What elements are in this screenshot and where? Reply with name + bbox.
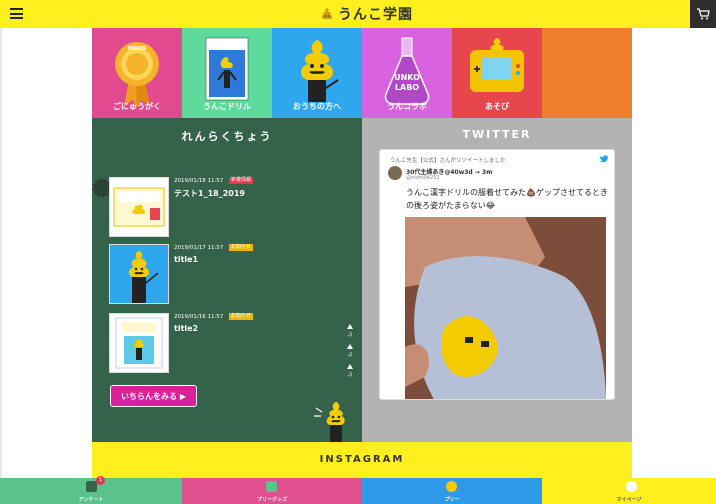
twitter-title: TWITTER <box>462 128 532 141</box>
nav-tile-label: うんこドリル <box>203 102 251 111</box>
scroll-label: ぷ <box>347 353 353 358</box>
twitter-section: TWITTER うんこ先生【公式】さんがリツイートしました 30代主婦あき@40… <box>362 118 632 442</box>
mypage-icon <box>626 481 637 492</box>
survey-icon <box>86 481 97 492</box>
nav-tile-label: おうちの方へ <box>293 102 341 111</box>
coin-icon <box>446 481 457 492</box>
nav-tile-orange <box>542 28 632 118</box>
news-badge: 新着情報 <box>229 177 254 184</box>
nav-tile-ouchi-no-kata[interactable]: おうちの方へ <box>272 28 362 118</box>
site-logo[interactable]: うんこ学園 <box>320 5 413 23</box>
bottom-nav-goods[interactable]: プリーグッズ <box>182 478 362 504</box>
list-item[interactable]: 2019/01/18 11:57 新着情報 テスト1_18_2019 <box>109 177 329 237</box>
bottom-nav-label: マイページ <box>616 497 642 503</box>
news-thumbnail <box>109 177 169 237</box>
nav-tile-label: うんコラボ <box>387 102 427 111</box>
tweet-card[interactable]: うんこ先生【公式】さんがリツイートしました 30代主婦あき@40w3d → 3m… <box>379 149 615 400</box>
nav-tile-asobi[interactable]: あそび <box>452 28 542 118</box>
twitter-bird-icon[interactable] <box>600 155 608 162</box>
tweet-user-handle: @mom06252 <box>406 175 440 181</box>
news-badge: お知らせ <box>229 244 253 251</box>
bottom-nav-label: プリーグッズ <box>256 497 287 503</box>
header: うんこ学園 <box>0 0 716 28</box>
right-margin <box>632 28 716 478</box>
news-thumbnail <box>109 244 169 304</box>
left-gutter <box>0 28 2 478</box>
list-item[interactable]: 2019/01/16 11:57 お知らせ title2 <box>109 313 329 373</box>
news-badge: お知らせ <box>229 313 253 320</box>
logo-text: うんこ学園 <box>338 7 413 23</box>
news-title: title2 <box>174 324 199 333</box>
news-thumbnail <box>109 313 169 373</box>
unko-sensei-mascot-icon <box>314 402 345 442</box>
scroll-label: ぷ <box>347 373 353 378</box>
unko-logo-icon <box>321 8 333 19</box>
nav-tile-gonyuugaku[interactable]: ごにゅうがく <box>92 28 182 118</box>
side-scroll-indicator[interactable]: ぷ ぷ ぷ <box>346 324 354 384</box>
bottom-nav: 1 アンケート プリーグッズ プリー マイページ <box>0 476 716 504</box>
list-item[interactable]: 2019/01/17 11:57 お知らせ title1 <box>109 244 329 304</box>
svg-text:LABO: LABO <box>395 83 419 92</box>
avatar[interactable] <box>388 166 402 180</box>
notification-badge: 1 <box>96 476 105 485</box>
bottom-nav-survey[interactable]: 1 アンケート <box>0 476 182 504</box>
bottom-nav-label: アンケート <box>78 497 104 503</box>
nav-tile-label: あそび <box>485 102 509 111</box>
news-date: 2019/01/17 11:57 <box>174 245 224 251</box>
news-date: 2019/01/16 11:57 <box>174 314 224 320</box>
retweet-line: うんこ先生【公式】さんがリツイートしました <box>390 158 506 164</box>
scroll-up-icon <box>347 344 353 349</box>
renraku-section: れんらくちょう 2019/01/18 11:57 新着情報 テスト1_18_20… <box>92 118 362 442</box>
bottom-nav-mypage[interactable]: マイページ <box>542 478 716 504</box>
goods-icon <box>266 481 277 492</box>
view-list-button[interactable]: いちらんをみる ▶ <box>110 385 197 407</box>
news-date: 2019/01/18 11:57 <box>174 178 224 184</box>
svg-text:UNKO: UNKO <box>394 73 420 82</box>
bottom-nav-puri[interactable]: プリー <box>362 478 542 504</box>
news-title: title1 <box>174 255 199 264</box>
scroll-label: ぷ <box>347 333 353 338</box>
instagram-title: INSTAGRAM <box>319 454 405 465</box>
hamburger-icon[interactable] <box>10 8 23 19</box>
main-nav: ごにゅうがく うんこドリル おうちの方へ UNKO LABO うんコラボ あそび <box>92 28 632 118</box>
nav-tile-label: ごにゅうがく <box>113 102 161 111</box>
nav-tile-unkollabo[interactable]: UNKO LABO うんコラボ <box>362 28 452 118</box>
tweet-photo[interactable] <box>405 217 606 399</box>
scroll-up-icon <box>347 364 353 369</box>
instagram-section: INSTAGRAM <box>92 442 632 478</box>
renraku-title: れんらくちょう <box>181 130 273 143</box>
bottom-nav-label: プリー <box>444 497 460 503</box>
scroll-up-icon <box>347 324 353 329</box>
nav-tile-unko-drill[interactable]: うんこドリル <box>182 28 272 118</box>
page: うんこ学園 ごにゅうがく うんこドリル おうちの方へ UNKO LABO うんコ… <box>0 0 716 504</box>
cart-icon <box>697 8 710 20</box>
news-title: テスト1_18_2019 <box>174 189 245 198</box>
tweet-text: うんこ漢字ドリルの服着せてみた💩ゲップさせてるときの後ろ姿がたまらない😂 <box>406 188 608 210</box>
cart-button[interactable] <box>690 0 716 28</box>
